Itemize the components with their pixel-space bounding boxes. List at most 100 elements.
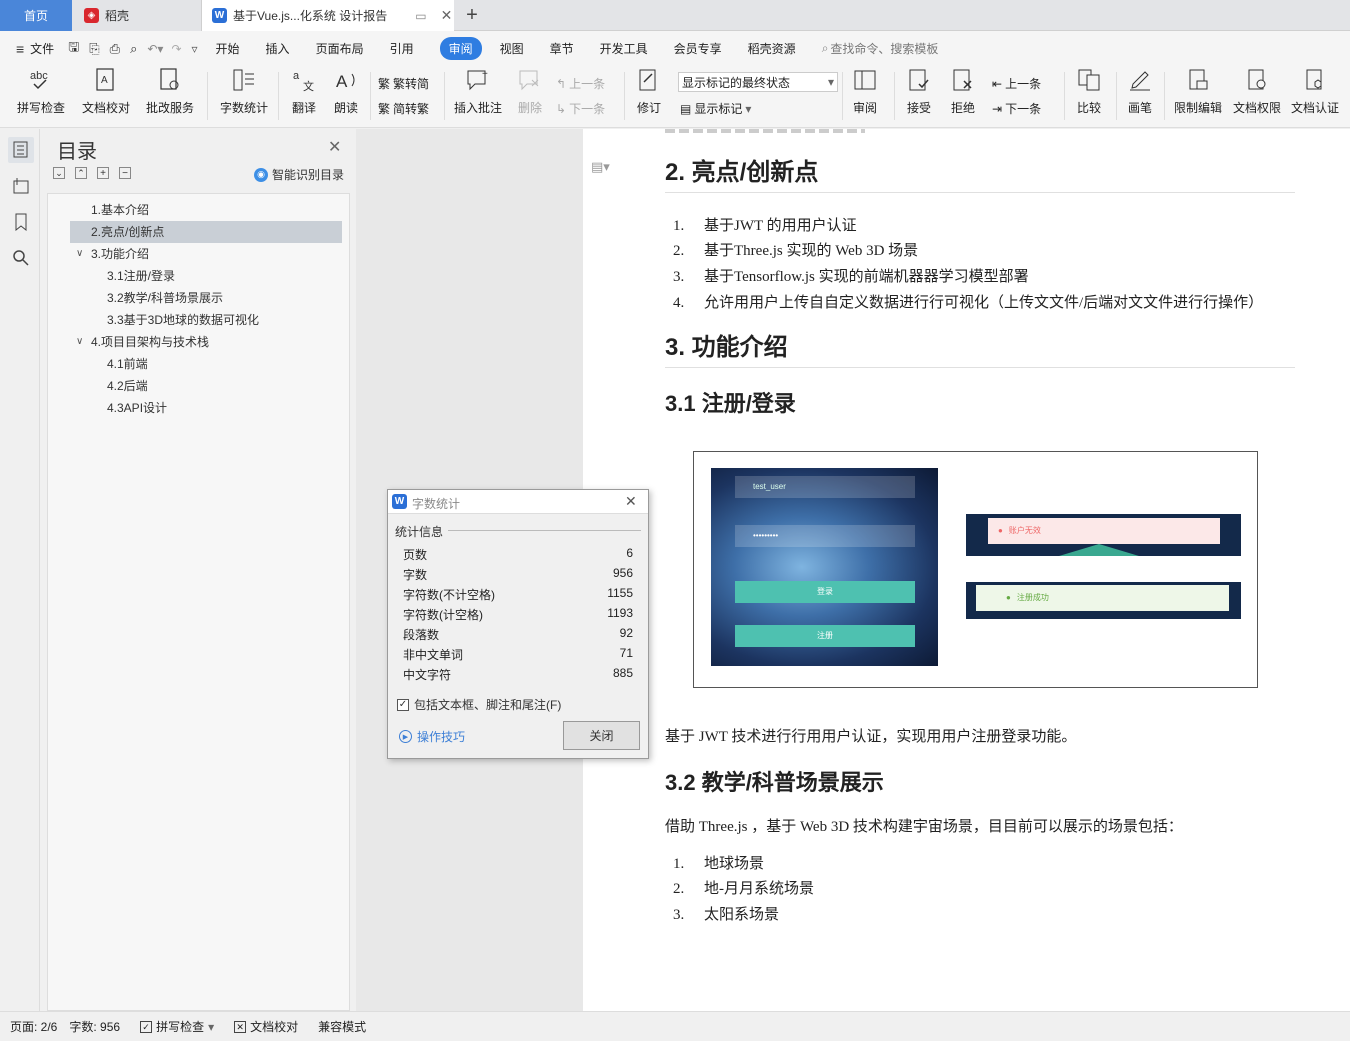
word-count-button[interactable]: 字数统计 [216,66,272,126]
restrict-edit-button[interactable]: 限制编辑 [1170,66,1226,126]
pin-icon[interactable]: ▭ [415,9,426,23]
spell-check-status[interactable]: ✓ 拼写检查 ▾ [140,1018,214,1035]
export-icon[interactable]: ⎘ [89,41,99,57]
accept-button[interactable]: 接受 [900,66,938,126]
toc-item[interactable]: 4.3API设计 [107,397,167,419]
include-footnotes-checkbox[interactable]: ✓ 包括文本框、脚注和尾注(F) [397,696,561,713]
tips-link[interactable]: ▶ 操作技巧 [399,728,465,745]
tips-label: 操作技巧 [417,730,466,744]
expand-all-icon[interactable]: ⌃ [75,167,87,179]
insert-comment-button[interactable]: + 插入批注 [450,66,506,126]
chapter-nav-icon[interactable] [8,173,34,199]
translate-button[interactable]: a文 翻译 [285,66,323,126]
ribbon-divider [370,72,371,120]
menu-view[interactable]: 视图 [500,40,524,57]
collapse-all-icon[interactable]: ⌄ [53,167,65,179]
preview-icon[interactable]: ⌕ [130,41,137,57]
add-level-icon[interactable]: + [97,167,109,179]
status-bar: 页面: 2/6 字数: 956 ✓ 拼写检查 ▾ ✕ 文档校对 兼容模式 [0,1011,1350,1041]
tab-home[interactable]: 首页 [0,0,72,31]
new-tab-button[interactable]: + [462,0,482,31]
spell-check-status-label: 拼写检查 [156,1020,205,1034]
menu-insert[interactable]: 插入 [266,40,290,57]
close-tab-icon[interactable]: ✕ [441,7,453,24]
toc-item[interactable]: 3.功能介绍 [91,243,149,265]
correction-service-button[interactable]: 批改服务 [140,66,200,126]
toc-item-selected[interactable]: 2.亮点/创新点 [70,221,342,243]
tab-document[interactable]: W 基于Vue.js...化系统 设计报告 ▭ ✕ [202,0,454,31]
tab-daoke[interactable]: ◈ 稻壳 [72,0,202,31]
hamburger-icon[interactable]: ≡ [16,41,24,57]
toc-nav-icon[interactable] [8,137,34,163]
doc-proof-button[interactable]: A 文档校对 [78,66,134,126]
doc-cert-button[interactable]: 文档认证 [1288,66,1342,126]
pen-button[interactable]: 画笔 [1122,66,1158,126]
word-count-indicator[interactable]: 字数: 956 [69,1018,120,1035]
trad-icon: 繁 [378,77,391,91]
proof-box-icon: ✕ [234,1020,247,1033]
toc-item[interactable]: 4.项目目架构与技术栈 [91,331,209,353]
read-aloud-button[interactable]: A 朗读 [328,66,364,126]
paragraph-options-icon[interactable]: ▤▾ [591,159,610,175]
prev-change-icon: ⇤ [992,76,1003,91]
next-change-button[interactable]: ⇥ 下一条 [992,100,1041,117]
dialog-title: 字数统计 [412,497,461,511]
doc-proof-status[interactable]: ✕ 文档校对 [234,1018,298,1035]
menu-review[interactable]: 审阅 [439,37,482,60]
doc-permission-button[interactable]: 文档权限 [1230,66,1284,126]
toc-item[interactable]: 3.3基于3D地球的数据可视化 [107,309,259,331]
menu-member[interactable]: 会员专享 [674,40,722,57]
smart-toc-button[interactable]: ◉ 智能识别目录 [254,166,344,183]
close-icon[interactable]: ✕ [328,137,341,157]
close-button[interactable]: 关闭 [563,721,640,750]
dialog-titlebar: W 字数统计 ✕ [388,490,648,514]
menu-chapter[interactable]: 章节 [550,40,574,57]
ribbon-divider [1064,72,1065,120]
remove-level-icon[interactable]: − [119,167,131,179]
delete-comment-button[interactable]: 删除 [510,66,550,126]
markup-state-select[interactable]: 显示标记的最终状态 ▾ [678,72,838,92]
chevron-down-icon[interactable]: ∨ [76,243,83,265]
trad-label: 繁转简 [393,77,430,91]
toc-item[interactable]: 4.1前端 [107,353,148,375]
page-indicator[interactable]: 页面: 2/6 [10,1018,57,1035]
next-comment-button[interactable]: ↳ 下一条 [556,100,605,117]
menu-daoke-resources[interactable]: 稻壳资源 [748,40,796,57]
customize-icon[interactable]: ▿ [192,42,198,56]
show-markup-button[interactable]: ▤ 显示标记 ▾ [680,100,751,117]
print-icon[interactable]: ⎙ [110,41,120,57]
save-icon[interactable]: 🖫 [68,38,79,60]
reject-button[interactable]: 拒绝 [944,66,982,126]
track-changes-button[interactable]: 修订 [630,66,668,126]
toc-item[interactable]: 4.2后端 [107,375,148,397]
review-pane-button[interactable]: 审阅 [846,66,884,126]
stat-value: 92 [619,626,633,640]
menu-file[interactable]: 文件 [30,40,54,57]
close-icon[interactable]: ✕ [625,493,637,510]
menu-start[interactable]: 开始 [216,40,240,57]
trad-to-simp-button[interactable]: 繁繁转简 [378,75,429,92]
compare-button[interactable]: 比较 [1070,66,1108,126]
correction-icon [157,67,183,93]
simp-to-trad-button[interactable]: 繁简转繁 [378,100,429,117]
menu-layout[interactable]: 页面布局 [316,40,364,57]
read-aloud-icon: A [333,67,359,93]
svg-text:文: 文 [303,79,314,92]
redo-icon[interactable]: ↷ [171,42,181,56]
menu-reference[interactable]: 引用 [390,40,414,57]
bookmark-icon[interactable] [8,209,34,235]
undo-icon[interactable]: ↶▾ [147,42,163,56]
spell-check-button[interactable]: abc 拼写检查 [10,66,72,126]
prev-change-button[interactable]: ⇤ 上一条 [992,75,1041,92]
search-nav-icon[interactable] [8,245,34,271]
command-search[interactable]: 查找命令、搜索模板 [830,40,938,57]
restrict-edit-label: 限制编辑 [1173,101,1222,115]
chevron-down-icon[interactable]: ∨ [76,331,83,353]
accept-icon [906,67,932,93]
daoke-icon: ◈ [84,8,99,23]
menu-devtools[interactable]: 开发工具 [600,40,648,57]
prev-comment-button[interactable]: ↰ 上一条 [556,75,605,92]
toc-item[interactable]: 3.1注册/登录 [107,265,175,287]
toc-item[interactable]: 1.基本介绍 [91,199,149,221]
toc-item[interactable]: 3.2教学/科普场景展示 [107,287,223,309]
